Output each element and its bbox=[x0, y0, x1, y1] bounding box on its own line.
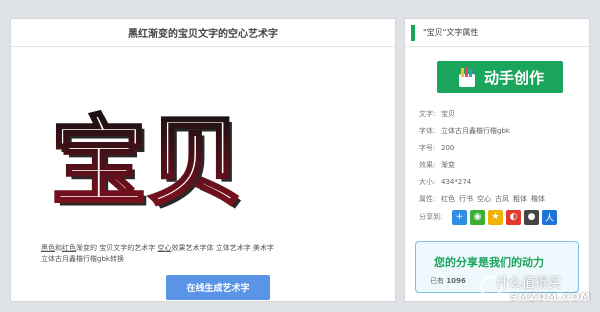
properties-list: 文字: 宝贝 字体: 立体古月鑫楷行楷gbk 字号: 200 效果: 渐变 大小… bbox=[419, 105, 587, 227]
prop-key: 效果: bbox=[419, 160, 436, 169]
desc-link-red[interactable]: 红色 bbox=[62, 244, 76, 252]
share-count-value: 1096 bbox=[446, 277, 466, 285]
generate-art-button[interactable]: 在线生成艺术字 bbox=[166, 275, 270, 300]
share-row: 分享到: + ◉ ★ ◐ ● 人 bbox=[419, 207, 587, 227]
prop-row: 效果: 渐变 bbox=[419, 156, 587, 173]
callout-title: 您的分享是我们的动力 bbox=[434, 256, 544, 269]
prop-row: 大小: 434*274 bbox=[419, 173, 587, 190]
desc-text: 效果艺术字体 立体艺术字 美术字 bbox=[171, 244, 274, 252]
attr-tag[interactable]: 空心 bbox=[477, 194, 491, 204]
art-text-outline: 宝贝 bbox=[51, 105, 243, 218]
prop-row: 文字: 宝贝 bbox=[419, 105, 587, 122]
share-count: 已有 1096 bbox=[430, 276, 466, 286]
watermark: 什么值得买 SMZDM.COM bbox=[480, 270, 598, 310]
desc-link-black[interactable]: 黑色 bbox=[41, 244, 55, 252]
prop-key: 字号: bbox=[419, 143, 436, 152]
attr-tag[interactable]: 行书 bbox=[459, 194, 473, 204]
create-button-label: 动手创作 bbox=[483, 68, 544, 87]
prop-key: 属性: bbox=[419, 194, 436, 203]
art-preview: 宝贝 宝贝 bbox=[31, 77, 291, 227]
share-more-icon[interactable]: + bbox=[452, 209, 467, 225]
share-count-prefix: 已有 bbox=[430, 277, 444, 285]
properties-header: "宝贝"文字属性 bbox=[405, 19, 589, 47]
renren-icon[interactable]: 人 bbox=[542, 209, 557, 225]
watermark-line1: 什么值得买 bbox=[496, 276, 562, 291]
prop-value: 立体古月鑫楷行楷gbk bbox=[441, 126, 510, 135]
properties-title: "宝贝"文字属性 bbox=[423, 28, 479, 37]
prop-row: 字体: 立体古月鑫楷行楷gbk bbox=[419, 122, 587, 139]
prop-value: 渐变 bbox=[441, 160, 455, 169]
desc-link-hollow[interactable]: 空心 bbox=[157, 244, 171, 252]
prop-key: 大小: bbox=[419, 177, 436, 186]
prop-value: 宝贝 bbox=[441, 109, 455, 118]
prop-row-tags: 属性: 红色 行书 空心 古风 粗体 楷体 bbox=[419, 190, 587, 207]
create-button[interactable]: 动手创作 bbox=[437, 61, 563, 93]
desc-text: 和 bbox=[55, 244, 62, 252]
artwork-description: 黑色和红色渐变的 宝贝文字的艺术字 空心效果艺术字体 立体艺术字 美术字 立体古… bbox=[41, 243, 311, 265]
attr-tag[interactable]: 古风 bbox=[495, 194, 509, 204]
prop-value: 200 bbox=[441, 143, 455, 152]
desc-text: 渐变的 宝贝文字的艺术字 bbox=[76, 244, 156, 252]
share-icons: + ◉ ★ ◐ ● 人 bbox=[452, 209, 557, 225]
attr-tag[interactable]: 楷体 bbox=[531, 194, 545, 204]
attr-tag[interactable]: 红色 bbox=[441, 194, 455, 204]
desc-text: 立体古月鑫楷行楷gbk转换 bbox=[41, 255, 124, 263]
artwork-title: 黑红渐变的宝贝文字的空心艺术字 bbox=[11, 19, 395, 47]
pencil-cup-icon bbox=[458, 67, 475, 87]
prop-value: 434*274 bbox=[441, 177, 472, 186]
prop-key: 字体: bbox=[419, 126, 436, 135]
share-label: 分享到: bbox=[419, 213, 443, 221]
watermark-line2: SMZDM.COM bbox=[510, 292, 592, 303]
qq-icon[interactable]: ● bbox=[524, 209, 539, 225]
qzone-star-icon[interactable]: ★ bbox=[488, 209, 503, 225]
prop-key: 文字: bbox=[419, 109, 436, 118]
attr-tag[interactable]: 粗体 bbox=[513, 194, 527, 204]
properties-panel: "宝贝"文字属性 动手创作 文字: 宝贝 字体: 立体古月鑫楷行楷gbk 字号:… bbox=[404, 18, 590, 302]
header-accent-bar bbox=[411, 24, 415, 41]
prop-row: 字号: 200 bbox=[419, 139, 587, 156]
art-text-graphic: 宝贝 宝贝 bbox=[50, 104, 248, 223]
artwork-panel: 黑红渐变的宝贝文字的空心艺术字 宝贝 宝贝 黑色和红色渐变的 宝贝文字的艺术字 … bbox=[10, 18, 396, 302]
wechat-icon[interactable]: ◉ bbox=[470, 209, 485, 225]
weibo-icon[interactable]: ◐ bbox=[506, 209, 521, 225]
